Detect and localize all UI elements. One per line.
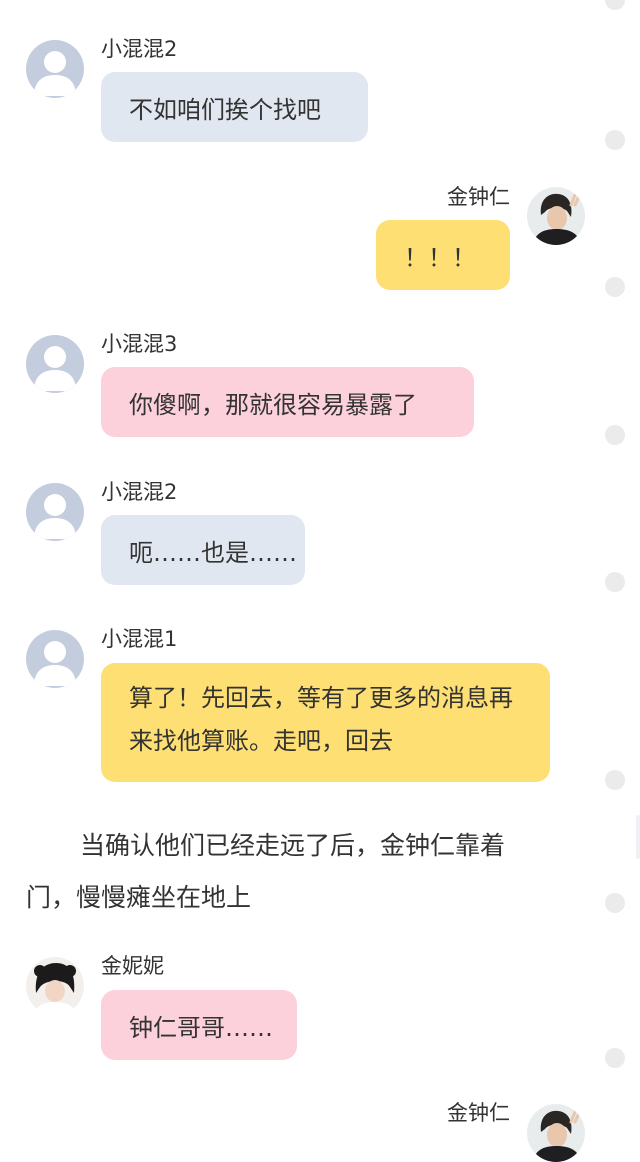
character-photo-avatar[interactable]: [26, 957, 84, 1015]
default-user-avatar-icon[interactable]: [26, 630, 84, 688]
scroll-dot: [605, 572, 625, 592]
scroll-indicator[interactable]: [636, 815, 640, 859]
message-bubble[interactable]: 钟仁哥哥……: [101, 990, 297, 1060]
scroll-dot: [605, 1048, 625, 1068]
message-bubble[interactable]: 呃……也是……: [101, 515, 305, 585]
scroll-dot: [605, 130, 625, 150]
message-bubble[interactable]: ！！！: [376, 220, 510, 290]
message-bubble[interactable]: 你傻啊，那就很容易暴露了: [101, 367, 474, 437]
scroll-dot: [605, 893, 625, 913]
sender-name: 小混混1: [101, 627, 178, 651]
character-photo-avatar[interactable]: [527, 187, 585, 245]
narration-text: 当确认他们已经走远了后，金钟仁靠着门，慢慢瘫坐在地上: [26, 831, 506, 912]
default-user-avatar-icon[interactable]: [26, 335, 84, 393]
sender-name: 小混混2: [101, 37, 178, 61]
scroll-dot: [605, 0, 625, 10]
default-user-avatar-icon[interactable]: [26, 40, 84, 98]
message-bubble[interactable]: 算了！先回去，等有了更多的消息再来找他算账。走吧，回去: [101, 663, 550, 782]
scroll-dot: [605, 425, 625, 445]
sender-name: 小混混3: [101, 332, 178, 356]
scroll-dot: [605, 770, 625, 790]
sender-name: 金钟仁: [447, 1101, 510, 1125]
sender-name: 小混混2: [101, 480, 178, 504]
character-photo-avatar[interactable]: [527, 1104, 585, 1162]
sender-name: 金钟仁: [447, 185, 510, 209]
message-bubble[interactable]: 不如咱们挨个找吧: [101, 72, 368, 142]
default-user-avatar-icon[interactable]: [26, 483, 84, 541]
sender-name: 金妮妮: [101, 954, 164, 978]
scroll-dot: [605, 277, 625, 297]
